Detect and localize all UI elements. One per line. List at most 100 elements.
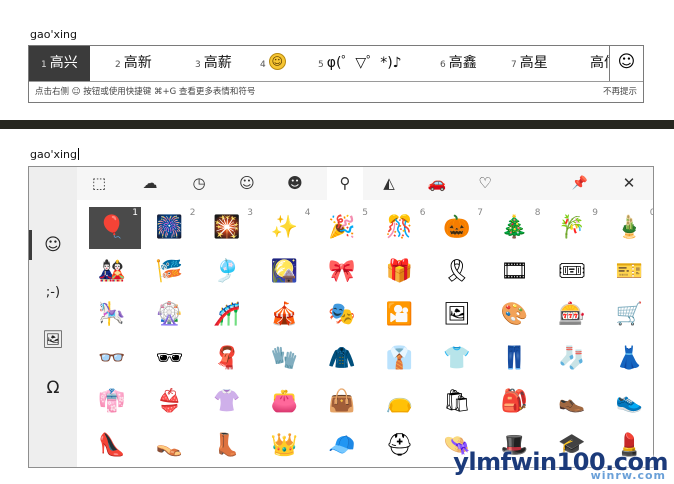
- candidate-5[interactable]: 5 φ(゜▽゜*)♪: [318, 46, 402, 81]
- emoji-cell[interactable]: ✨ 4: [262, 207, 314, 249]
- emoji-glyph: 👢: [213, 432, 241, 458]
- emoji-cell[interactable]: 🧥: [319, 338, 371, 380]
- emoji-cell[interactable]: 🧤: [262, 338, 314, 380]
- close-icon[interactable]: ✕: [611, 167, 647, 200]
- emoji-cell[interactable]: 👟: [607, 381, 654, 423]
- emoji-cell[interactable]: 🛒: [607, 294, 654, 336]
- emoji-cell[interactable]: 🎄 8: [492, 207, 544, 249]
- tab-weather-icon[interactable]: ☁: [132, 167, 168, 200]
- emoji-glyph: 🎎: [98, 258, 126, 284]
- emoji-glyph: 🎉: [328, 215, 356, 240]
- emoji-cell[interactable]: 🎟: [549, 251, 601, 293]
- emoji-cell[interactable]: 🎁: [377, 251, 429, 293]
- emoji-cell[interactable]: ⛑: [377, 425, 429, 467]
- section-divider: [0, 120, 674, 129]
- emoji-cell[interactable]: 👠: [89, 425, 141, 467]
- emoji-cell[interactable]: 👛: [262, 381, 314, 423]
- sidebar-kaomoji[interactable]: ;-): [29, 270, 77, 316]
- emoji-cell[interactable]: 🎏: [147, 251, 199, 293]
- tab-clock-icon[interactable]: ◷: [181, 167, 217, 200]
- emoji-cell[interactable]: 🎎: [89, 251, 141, 293]
- emoji-glyph: 👘: [98, 389, 126, 414]
- emoji-glyph: ✨: [270, 215, 299, 240]
- candidate-text: 高鑫: [448, 55, 477, 71]
- emoji-cell[interactable]: 🕶: [147, 338, 199, 380]
- emoji-glyph: 🎆: [155, 215, 184, 240]
- sidebar-emoji[interactable]: ☺: [29, 222, 77, 268]
- emoji-cell[interactable]: 👗: [607, 338, 654, 380]
- emoji-cell[interactable]: 🧢: [319, 425, 371, 467]
- emoji-cell[interactable]: 👖: [492, 338, 544, 380]
- composition-pinyin: gao'xing: [30, 28, 77, 41]
- emoji-cell[interactable]: 🎆 2: [147, 207, 199, 249]
- emoji-cell[interactable]: 🎞: [492, 251, 544, 293]
- emoji-cell[interactable]: 🎊 6: [377, 207, 429, 249]
- tab-balloon-icon[interactable]: ⚲: [327, 167, 363, 200]
- emoji-cell[interactable]: 🎐: [204, 251, 256, 293]
- dismiss-hint-link[interactable]: 不再提示: [603, 82, 637, 103]
- emoji-cell[interactable]: 🎨: [492, 294, 544, 336]
- emoji-cell[interactable]: 🎀: [319, 251, 371, 293]
- emoji-panel: ☺;-)🖼Ω ⬚☁◷☺☻⚲◭🚗♡📌✕ 🎈1🎆2🎇3✨4🎉5🎊6🎃7🎄8🎋9🎍0🎎…: [28, 166, 654, 468]
- emoji-cell[interactable]: 🎃 7: [434, 207, 486, 249]
- candidate-2[interactable]: 2 高新: [115, 46, 152, 81]
- emoji-cell[interactable]: 👚: [204, 381, 256, 423]
- tab-recent-icon[interactable]: ⬚: [81, 167, 117, 200]
- candidate-text: 高星: [519, 55, 548, 71]
- emoji-cell[interactable]: 👓: [89, 338, 141, 380]
- pin-icon[interactable]: 📌: [562, 167, 598, 200]
- emoji-glyph: 👗: [615, 345, 644, 371]
- candidate-4[interactable]: 4 ☺: [260, 46, 286, 81]
- candidate-1[interactable]: 1 高兴: [29, 46, 90, 81]
- emoji-glyph: 🎦: [385, 302, 414, 327]
- emoji-cell[interactable]: 🧣: [204, 338, 256, 380]
- emoji-glyph: 🎒: [500, 389, 529, 414]
- emoji-cell[interactable]: 🛍: [434, 381, 486, 423]
- emoji-toggle-button[interactable]: ☺: [609, 46, 643, 81]
- emoji-cell[interactable]: 👔: [377, 338, 429, 380]
- emoji-glyph: 👛: [270, 389, 299, 414]
- tab-car-icon[interactable]: 🚗: [419, 167, 455, 200]
- emoji-cell[interactable]: 👢: [204, 425, 256, 467]
- emoji-cell[interactable]: 🎗: [434, 251, 486, 293]
- emoji-cell[interactable]: 🎡: [147, 294, 199, 336]
- candidate-number: 3: [195, 60, 201, 70]
- tab-smiley-icon[interactable]: ☺: [229, 167, 265, 200]
- emoji-cell[interactable]: 🎪: [262, 294, 314, 336]
- emoji-cell[interactable]: 👝: [377, 381, 429, 423]
- emoji-cell[interactable]: 🎍0: [607, 207, 653, 249]
- sidebar-symbols[interactable]: Ω: [29, 365, 77, 411]
- emoji-cell[interactable]: 🧦: [549, 338, 601, 380]
- emoji-cell[interactable]: 🎑: [262, 251, 314, 293]
- candidate-8[interactable]: 高信: [587, 46, 609, 81]
- emoji-cell[interactable]: 👘: [89, 381, 141, 423]
- emoji-cell[interactable]: 🎒: [492, 381, 544, 423]
- emoji-cell[interactable]: 🎋 9: [549, 207, 601, 249]
- candidate-3[interactable]: 3 高薪: [195, 46, 232, 81]
- emoji-cell[interactable]: 🎭: [319, 294, 371, 336]
- tab-heart-icon[interactable]: ♡: [467, 167, 503, 200]
- emoji-cell[interactable]: 🎦: [377, 294, 429, 336]
- emoji-cell[interactable]: 👕: [434, 338, 486, 380]
- emoji-glyph: 🎑: [270, 258, 299, 284]
- emoji-cell[interactable]: 🎫: [607, 251, 654, 293]
- sidebar-image-icon[interactable]: 🖼: [29, 317, 77, 363]
- emoji-cell[interactable]: 🖼: [434, 294, 486, 336]
- emoji-cell[interactable]: 🎠: [89, 294, 141, 336]
- emoji-cell[interactable]: 🎢: [204, 294, 256, 336]
- candidate-text: φ(゜▽゜*)♪: [326, 55, 402, 71]
- tab-person-icon[interactable]: ☻: [277, 167, 313, 200]
- candidate-6[interactable]: 6 高鑫: [440, 46, 477, 81]
- emoji-cell[interactable]: 👙: [147, 381, 199, 423]
- candidate-7[interactable]: 7 高星: [511, 46, 548, 81]
- emoji-cell[interactable]: 🎇 3: [204, 207, 256, 249]
- emoji-glyph: 🎪: [270, 302, 299, 327]
- tab-pizza-icon[interactable]: ◭: [371, 167, 407, 200]
- emoji-cell[interactable]: 🎉 5: [319, 207, 371, 249]
- emoji-cell[interactable]: 👡: [147, 425, 199, 467]
- emoji-cell[interactable]: 👜: [319, 381, 371, 423]
- emoji-cell[interactable]: 🎰: [549, 294, 601, 336]
- emoji-cell[interactable]: 👞: [549, 381, 601, 423]
- emoji-cell[interactable]: 🎈 1: [89, 207, 141, 249]
- emoji-cell[interactable]: 👑: [262, 425, 314, 467]
